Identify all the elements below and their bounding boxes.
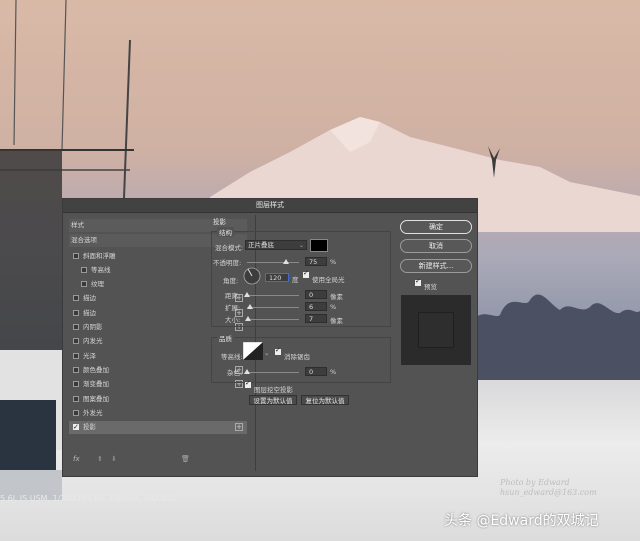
blend-mode-label: 混合模式: <box>215 244 244 252</box>
angle-unit: 度 <box>292 276 299 284</box>
spread-slider[interactable] <box>247 304 299 309</box>
style-preview-thumbnail <box>401 295 471 365</box>
ok-button[interactable]: 确定 <box>400 220 472 234</box>
spread-field[interactable]: 6 <box>305 302 327 311</box>
blend-mode-value: 正片叠底 <box>248 241 274 249</box>
reset-default-button[interactable]: 复位为默认值 <box>301 395 349 405</box>
distance-unit: 像素 <box>330 293 343 301</box>
angle-label: 角度: <box>223 277 239 285</box>
preview-checkbox[interactable] <box>415 277 421 286</box>
chevron-down-icon: ⌄ <box>298 242 304 249</box>
contour-chevron-icon[interactable]: ⌄ <box>264 349 269 357</box>
size-slider[interactable] <box>245 316 299 321</box>
size-field[interactable]: 7 <box>305 314 327 323</box>
noise-unit: % <box>330 368 337 376</box>
antialias-label: 消除锯齿 <box>284 353 310 361</box>
antialias-checkbox[interactable] <box>275 346 281 355</box>
distance-label: 距离: <box>225 292 241 300</box>
opacity-label: 不透明度: <box>213 259 242 267</box>
angle-dial[interactable] <box>243 267 261 285</box>
size-label: 大小: <box>225 316 241 324</box>
shadow-color-swatch[interactable] <box>310 239 328 252</box>
size-slider-thumb[interactable] <box>245 316 252 321</box>
distance-slider-thumb[interactable] <box>244 292 250 297</box>
structure-title: 结构 <box>217 227 234 237</box>
angle-field[interactable]: 120 <box>265 273 289 282</box>
signature-line-1: Photo by Edward <box>500 478 570 487</box>
new-style-button[interactable]: 新建样式... <box>400 259 472 273</box>
contour-label: 等高线: <box>221 353 243 361</box>
noise-slider-thumb[interactable] <box>244 369 250 374</box>
blend-mode-dropdown[interactable]: 正片叠底 ⌄ <box>245 240 307 250</box>
spread-unit: % <box>330 303 337 311</box>
contour-picker[interactable] <box>243 342 263 360</box>
spread-slider-thumb[interactable] <box>247 304 254 309</box>
noise-slider[interactable] <box>244 369 299 374</box>
exif-caption: 5.6L IS USM, 1/200 (f/5.6), 300mm, ISO 4… <box>0 494 176 503</box>
signature-line-2: hsun_edward@163.com <box>500 488 597 497</box>
distance-field[interactable]: 0 <box>305 290 327 299</box>
opacity-field[interactable]: 75 <box>305 257 327 266</box>
distance-slider[interactable] <box>244 292 299 297</box>
section-title: 投影 <box>213 218 226 226</box>
photographer-signature: Photo by Edward hsun_edward@163.com <box>500 478 597 498</box>
preview-label: 预览 <box>424 283 437 291</box>
size-unit: 像素 <box>330 317 343 325</box>
opacity-unit: % <box>330 258 337 266</box>
opacity-slider[interactable] <box>247 259 299 264</box>
global-light-label: 使用全局光 <box>312 276 345 284</box>
noise-label: 杂色: <box>227 369 243 377</box>
knockout-checkbox[interactable] <box>245 379 251 388</box>
make-default-button[interactable]: 设置为默认值 <box>249 395 297 405</box>
cancel-button[interactable]: 取消 <box>400 239 472 253</box>
global-light-checkbox[interactable] <box>303 269 309 278</box>
opacity-slider-thumb[interactable] <box>283 259 289 264</box>
watermark-text: 头条 @Edward的双城记 <box>444 513 599 529</box>
quality-title: 品质 <box>217 333 234 343</box>
noise-field[interactable]: 0 <box>305 367 327 376</box>
trees-silhouette <box>470 294 640 380</box>
layer-style-dialog: 图层样式 样式 混合选项 斜面和浮雕 等高线 纹理 描边 + 描边 + 内阴影 + 内发光 光泽 颜色叠加… <box>62 198 478 477</box>
preview-inner-square <box>418 312 454 348</box>
spread-label: 扩展: <box>225 304 241 312</box>
seagull <box>488 146 500 178</box>
knockout-label: 图层挖空投影 <box>254 386 293 394</box>
